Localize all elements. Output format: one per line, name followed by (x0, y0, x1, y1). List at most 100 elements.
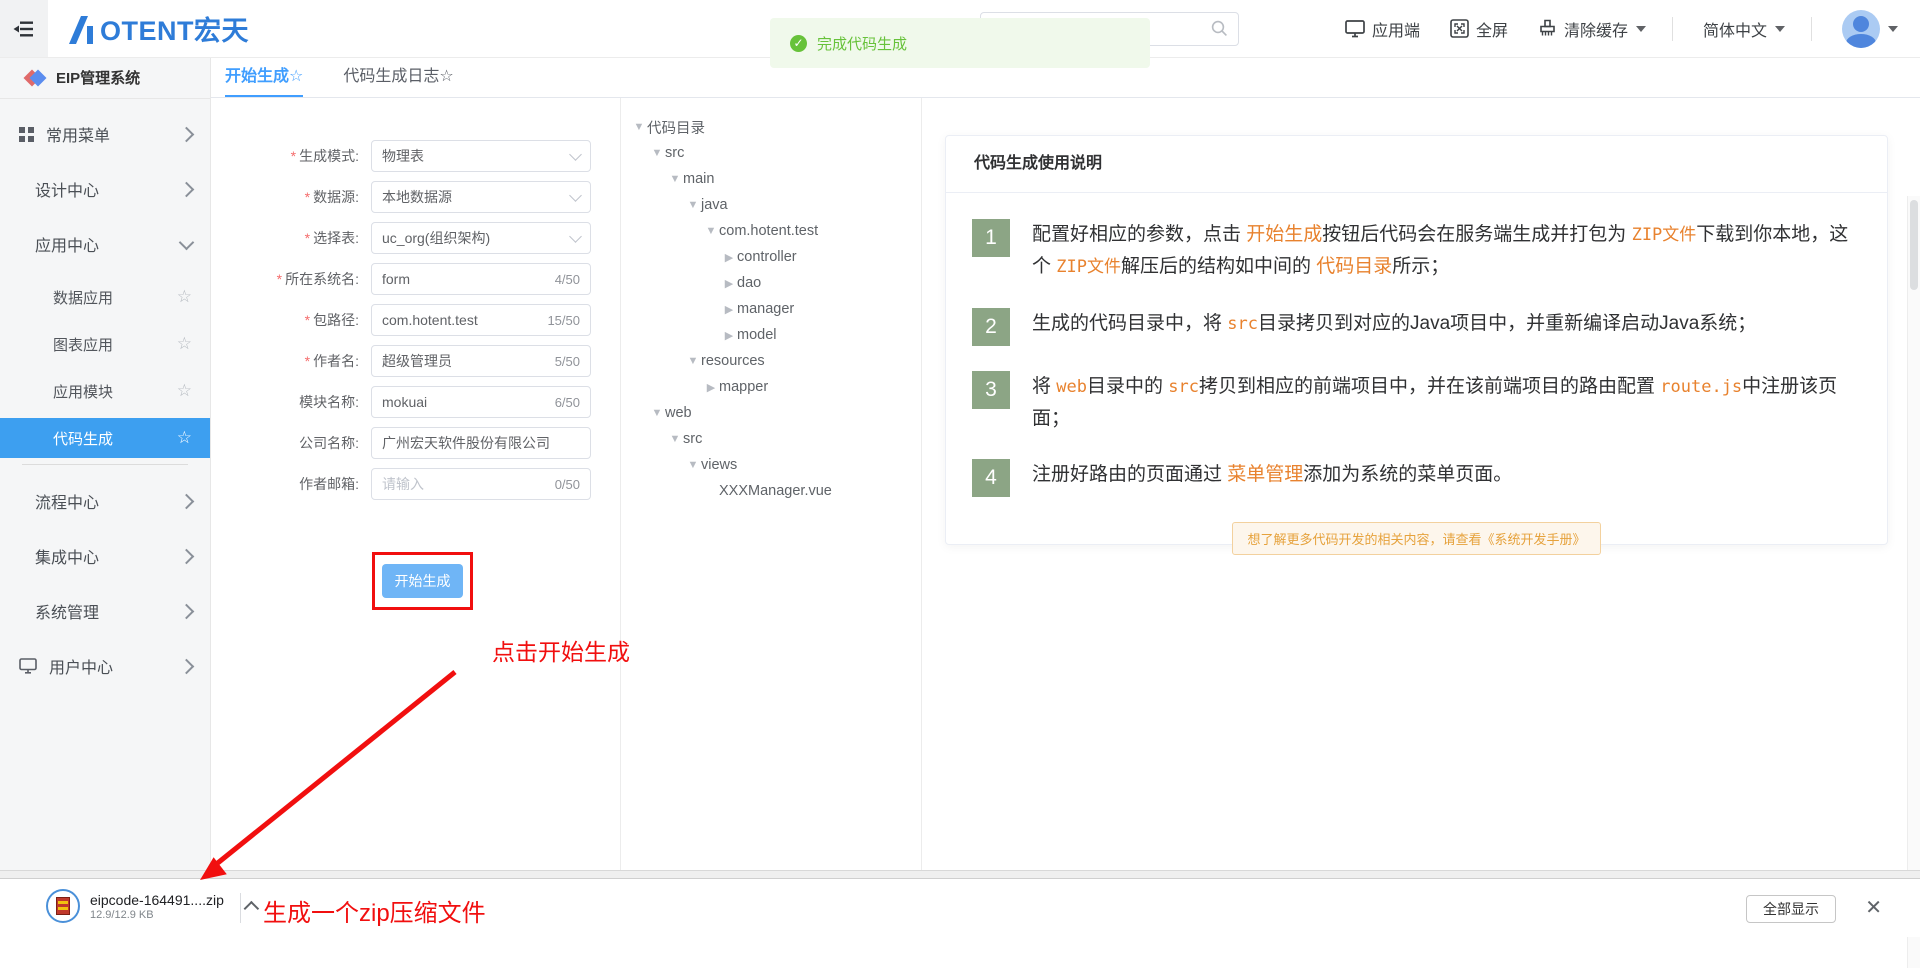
tree-node-model[interactable]: ▶model (621, 322, 921, 348)
sidebar-item-集成中心[interactable]: 集成中心 (0, 534, 210, 578)
help-steps: 1配置好相应的参数，点击 开始生成按钮后代码会在服务端生成并打包为 ZIP文件下… (946, 193, 1887, 497)
sidebar-item-代码生成[interactable]: 代码生成☆ (0, 418, 210, 458)
star-icon[interactable]: ☆ (177, 334, 192, 354)
input-field[interactable]: 请输入0/50 (371, 468, 591, 500)
file-name: eipcode-164491....zip (90, 892, 224, 908)
star-icon[interactable]: ☆ (177, 381, 192, 401)
triangle-down-icon[interactable]: ▼ (631, 121, 647, 133)
tree-node-com.hotent.test[interactable]: ▼com.hotent.test (621, 218, 921, 244)
field-value: 广州宏天软件股份有限公司 (382, 433, 580, 453)
tree-node-controller[interactable]: ▶controller (621, 244, 921, 270)
tree-node-main[interactable]: ▼main (621, 166, 921, 192)
input-field[interactable]: mokuai6/50 (371, 386, 591, 418)
triangle-right-icon[interactable]: ▶ (721, 329, 737, 342)
app-client-button[interactable]: 应用端 (1345, 17, 1420, 41)
highlight-token: ZIP文件 (1056, 257, 1121, 277)
sidebar-collapse-button[interactable] (0, 0, 48, 57)
sidebar-item-数据应用[interactable]: 数据应用☆ (0, 277, 210, 317)
tree-node-src[interactable]: ▼src (621, 140, 921, 166)
step-number-badge: 4 (972, 459, 1010, 497)
star-icon[interactable]: ☆ (177, 287, 192, 307)
step-number-badge: 1 (972, 219, 1010, 257)
sidebar-item-常用菜单[interactable]: 常用菜单 (0, 112, 210, 156)
triangle-down-icon[interactable]: ▼ (703, 225, 719, 237)
char-counter: 5/50 (555, 354, 580, 369)
input-field[interactable]: com.hotent.test15/50 (371, 304, 591, 336)
highlight-token: web (1056, 377, 1087, 397)
star-icon[interactable]: ☆ (177, 428, 192, 448)
tree-node-label: controller (737, 249, 797, 265)
step-text-part: 按钮后代码会在服务端生成并打包为 (1322, 224, 1631, 245)
field-label: *生成模式: (221, 146, 371, 166)
triangle-down-icon[interactable]: ▼ (649, 147, 665, 159)
tree-node-views[interactable]: ▼views (621, 452, 921, 478)
tree-node-dao[interactable]: ▶dao (621, 270, 921, 296)
help-step-4: 4注册好路由的页面通过 菜单管理添加为系统的菜单页面。 (972, 459, 1859, 497)
triangle-down-icon[interactable]: ▼ (685, 459, 701, 471)
step-text: 将 web目录中的 src拷贝到相应的前端项目中，并在该前端项目的路由配置 ro… (1032, 371, 1859, 434)
sidebar-item-label: 图表应用 (53, 334, 177, 355)
tab-start-generate[interactable]: 开始生成☆ (225, 57, 303, 97)
triangle-down-icon[interactable]: ▼ (649, 407, 665, 419)
start-generate-button[interactable]: 开始生成 (382, 564, 463, 598)
fullscreen-button[interactable]: 全屏 (1450, 17, 1508, 41)
select-field[interactable]: uc_org(组织架构) (371, 222, 591, 254)
triangle-right-icon[interactable]: ▶ (703, 381, 719, 394)
triangle-down-icon[interactable]: ▼ (685, 199, 701, 211)
triangle-right-icon[interactable]: ▶ (721, 277, 737, 290)
toolbar-divider (1672, 17, 1673, 41)
sidebar-item-用户中心[interactable]: 用户中心 (0, 644, 210, 688)
tree-node-XXXManager.vue[interactable]: XXXManager.vue (621, 478, 921, 504)
logo-icon (66, 13, 96, 45)
sidebar-item-图表应用[interactable]: 图表应用☆ (0, 324, 210, 364)
close-shelf-icon[interactable]: ✕ (1865, 896, 1882, 920)
field-value: 本地数据源 (382, 187, 571, 207)
show-all-downloads-button[interactable]: 全部显示 (1746, 895, 1836, 923)
select-field[interactable]: 物理表 (371, 140, 591, 172)
sidebar-item-应用中心[interactable]: 应用中心 (0, 222, 210, 266)
tree-node-web[interactable]: ▼web (621, 400, 921, 426)
fullscreen-icon (1450, 19, 1469, 38)
sidebar-item-系统管理[interactable]: 系统管理 (0, 589, 210, 633)
form-row-模块名称: 模块名称:mokuai6/50 (221, 386, 620, 418)
vertical-scrollbar[interactable] (1907, 196, 1920, 968)
char-counter: 0/50 (555, 477, 580, 492)
dev-manual-note[interactable]: 想了解更多代码开发的相关内容，请查看《系统开发手册》 (1232, 522, 1600, 555)
required-asterisk: * (305, 353, 310, 369)
triangle-down-icon[interactable]: ▼ (667, 173, 683, 185)
tree-node-resources[interactable]: ▼resources (621, 348, 921, 374)
input-field[interactable]: 广州宏天软件股份有限公司 (371, 427, 591, 459)
field-label: *包路径: (221, 310, 371, 330)
clear-cache-button[interactable]: 清除缓存 (1538, 17, 1646, 41)
tree-node-src[interactable]: ▼src (621, 426, 921, 452)
tab-generate-log[interactable]: 代码生成日志☆ (343, 57, 453, 97)
tree-node-代码目录[interactable]: ▼代码目录 (621, 114, 921, 140)
triangle-down-icon[interactable]: ▼ (667, 433, 683, 445)
sidebar-item-应用模块[interactable]: 应用模块☆ (0, 371, 210, 411)
chevron-down-icon (569, 230, 582, 243)
chevron-up-icon[interactable] (243, 900, 259, 916)
tree-node-manager[interactable]: ▶manager (621, 296, 921, 322)
sidebar-divider (22, 464, 188, 465)
tree-node-mapper[interactable]: ▶mapper (621, 374, 921, 400)
input-field[interactable]: form4/50 (371, 263, 591, 295)
scrollbar-thumb[interactable] (1910, 200, 1918, 290)
select-field[interactable]: 本地数据源 (371, 181, 591, 213)
sidebar-item-流程中心[interactable]: 流程中心 (0, 479, 210, 523)
sidebar-item-设计中心[interactable]: 设计中心 (0, 167, 210, 211)
triangle-right-icon[interactable]: ▶ (721, 303, 737, 316)
tree-node-java[interactable]: ▼java (621, 192, 921, 218)
code-directory-panel: ▼代码目录▼src▼main▼java▼com.hotent.test▶cont… (621, 98, 922, 870)
triangle-right-icon[interactable]: ▶ (721, 251, 737, 264)
input-field[interactable]: 超级管理员5/50 (371, 345, 591, 377)
success-toast: ✓ 完成代码生成 (770, 18, 1150, 68)
user-menu[interactable] (1842, 10, 1898, 48)
field-value: uc_org(组织架构) (382, 228, 571, 248)
step-text: 生成的代码目录中，将 src目录拷贝到对应的Java项目中，并重新编译启动Jav… (1032, 308, 1756, 346)
form-row-公司名称: 公司名称:广州宏天软件股份有限公司 (221, 427, 620, 459)
triangle-down-icon[interactable]: ▼ (685, 355, 701, 367)
downloaded-file-chip[interactable]: eipcode-164491....zip 12.9/12.9 KB (46, 889, 259, 923)
language-selector[interactable]: 简体中文 (1703, 17, 1785, 41)
annotation-zip-text: 生成一个zip压缩文件 (263, 893, 486, 928)
main-content: *生成模式:物理表*数据源:本地数据源*选择表:uc_org(组织架构)*所在系… (211, 98, 1920, 870)
